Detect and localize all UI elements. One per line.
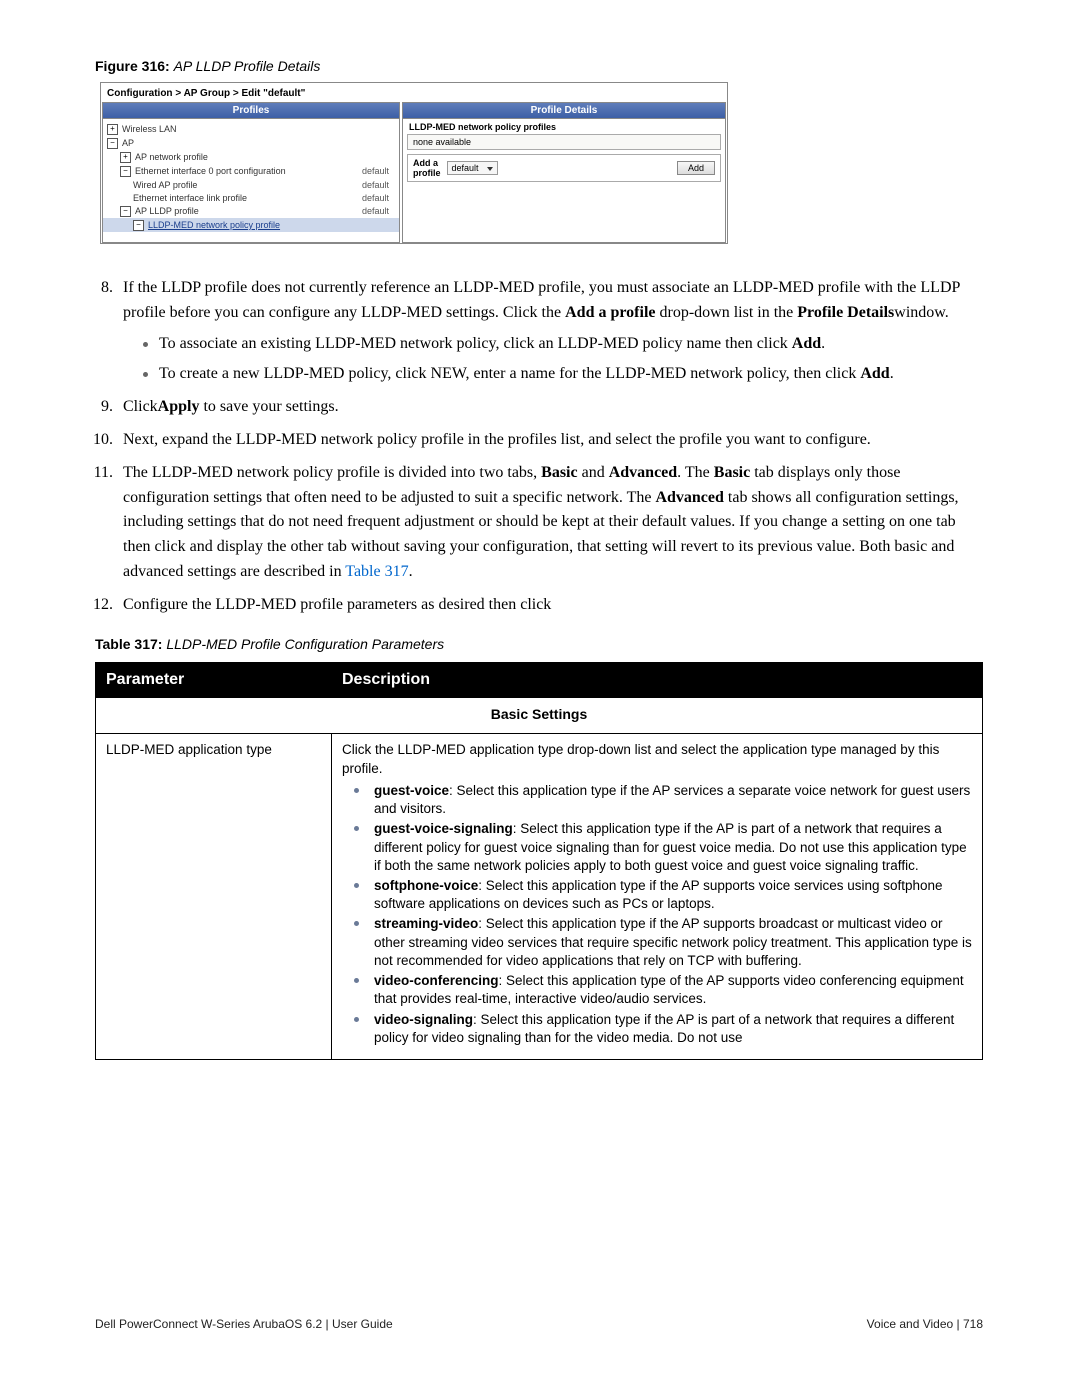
- tree-lldp-med-np[interactable]: − LLDP-MED network policy profile: [103, 218, 399, 232]
- breadcrumb: Configuration > AP Group > Edit "default…: [101, 83, 727, 102]
- param-name: LLDP-MED application type: [96, 734, 332, 1060]
- desc-bullet: guest-voice: Select this application typ…: [364, 782, 972, 818]
- collapse-icon[interactable]: −: [120, 166, 131, 177]
- step-10: Next, expand the LLDP-MED network policy…: [117, 428, 983, 453]
- figure-label: Figure 316:: [95, 58, 170, 74]
- profile-details-panel: Profile Details LLDP-MED network policy …: [402, 102, 726, 243]
- tree-wireless-lan[interactable]: + Wireless LAN: [103, 122, 399, 136]
- table-caption: Table 317: LLDP-MED Profile Configuratio…: [95, 636, 983, 652]
- tree-label: Ethernet interface 0 port configuration: [135, 166, 362, 176]
- expand-icon[interactable]: +: [120, 152, 131, 163]
- tree-label: Wired AP profile: [133, 180, 362, 190]
- tree-ap-lldp[interactable]: − AP LLDP profile default: [103, 204, 399, 218]
- footer-right: Voice and Video | 718: [867, 1317, 983, 1331]
- th-description: Description: [332, 662, 983, 697]
- profile-details-head: Profile Details: [403, 103, 725, 119]
- profiles-panel: Profiles + Wireless LAN − AP + AP networ…: [102, 102, 400, 243]
- figure-title: AP LLDP Profile Details: [174, 58, 321, 74]
- collapse-icon[interactable]: −: [133, 220, 144, 231]
- expand-icon[interactable]: +: [107, 124, 118, 135]
- step-11: The LLDP-MED network policy profile is d…: [117, 461, 983, 585]
- section-basic-settings: Basic Settings: [96, 697, 983, 734]
- step-8: If the LLDP profile does not currently r…: [117, 276, 983, 387]
- collapse-icon[interactable]: −: [107, 138, 118, 149]
- profiles-panel-head: Profiles: [103, 103, 399, 119]
- default-text: default: [362, 180, 389, 190]
- screenshot-box: Configuration > AP Group > Edit "default…: [100, 82, 728, 244]
- table-title: LLDP-MED Profile Configuration Parameter…: [166, 636, 444, 652]
- th-parameter: Parameter: [96, 662, 332, 697]
- tree-wired-ap[interactable]: Wired AP profile default: [103, 178, 399, 191]
- default-text: default: [362, 206, 389, 216]
- add-button[interactable]: Add: [677, 161, 715, 175]
- desc-bullet: softphone-voice: Select this application…: [364, 877, 972, 913]
- page-footer: Dell PowerConnect W-Series ArubaOS 6.2 |…: [95, 1317, 983, 1331]
- add-profile-row: Add aprofile default Add: [407, 154, 721, 182]
- desc-bullet: video-signaling: Select this application…: [364, 1011, 972, 1047]
- param-desc: Click the LLDP-MED application type drop…: [332, 734, 983, 1060]
- details-subhead: LLDP-MED network policy profiles: [407, 121, 721, 134]
- desc-bullet: video-conferencing: Select this applicat…: [364, 972, 972, 1008]
- table-label: Table 317:: [95, 636, 162, 652]
- collapse-icon[interactable]: −: [120, 206, 131, 217]
- step-9: ClickApply to save your settings.: [117, 395, 983, 420]
- tree-ap-network-profile[interactable]: + AP network profile: [103, 150, 399, 164]
- table-317-link[interactable]: Table 317: [345, 563, 408, 580]
- tree-label: Ethernet interface link profile: [133, 193, 362, 203]
- tree-label: Wireless LAN: [122, 124, 395, 134]
- default-text: default: [362, 193, 389, 203]
- desc-bullet: streaming-video: Select this application…: [364, 915, 972, 970]
- figure-caption: Figure 316: AP LLDP Profile Details: [95, 58, 983, 74]
- tree-eth0[interactable]: − Ethernet interface 0 port configuratio…: [103, 164, 399, 178]
- step-8-bullet-1: To associate an existing LLDP-MED networ…: [145, 332, 983, 357]
- table-row: LLDP-MED application type Click the LLDP…: [96, 734, 983, 1060]
- tree-label: LLDP-MED network policy profile: [148, 220, 395, 230]
- add-profile-dropdown[interactable]: default: [447, 161, 498, 175]
- none-available-box: none available: [407, 134, 721, 150]
- tree-ap[interactable]: − AP: [103, 136, 399, 150]
- add-profile-label: Add aprofile: [413, 158, 441, 178]
- instruction-list: If the LLDP profile does not currently r…: [95, 276, 983, 618]
- parameters-table: Parameter Description Basic Settings LLD…: [95, 662, 983, 1060]
- tree-eth-link[interactable]: Ethernet interface link profile default: [103, 191, 399, 204]
- desc-bullet: guest-voice-signaling: Select this appli…: [364, 820, 972, 875]
- step-8-bullet-2: To create a new LLDP-MED policy, click N…: [145, 362, 983, 387]
- default-text: default: [362, 166, 389, 176]
- tree-label: AP: [122, 138, 395, 148]
- step-12: Configure the LLDP-MED profile parameter…: [117, 593, 983, 618]
- footer-left: Dell PowerConnect W-Series ArubaOS 6.2 |…: [95, 1317, 393, 1331]
- profile-tree: + Wireless LAN − AP + AP network profile: [103, 119, 399, 240]
- tree-label: AP network profile: [135, 152, 395, 162]
- tree-label: AP LLDP profile: [135, 206, 362, 216]
